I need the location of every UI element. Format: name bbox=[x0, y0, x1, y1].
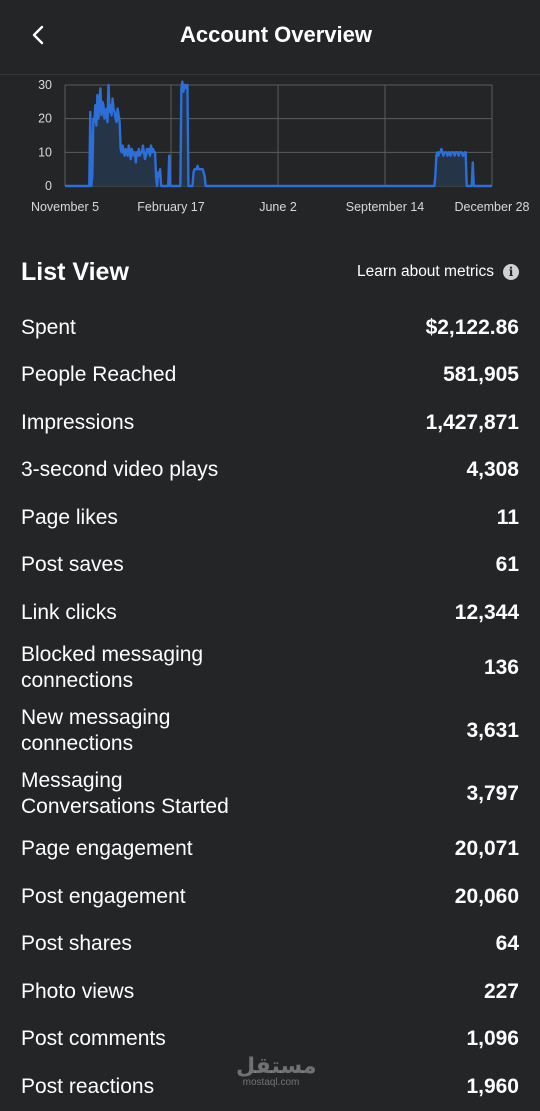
metric-row: Post engagement 20,060 bbox=[21, 873, 519, 921]
info-icon[interactable]: i bbox=[503, 264, 519, 280]
x-tick-label: November 5 bbox=[31, 200, 99, 214]
x-tick-label: February 17 bbox=[137, 200, 204, 214]
metric-value: 1,427,871 bbox=[425, 410, 519, 434]
metric-label: Impressions bbox=[21, 410, 135, 434]
y-tick-label: 0 bbox=[45, 179, 52, 193]
metric-value: 1,960 bbox=[466, 1074, 519, 1098]
metric-value: 581,905 bbox=[443, 363, 519, 387]
metric-value: 136 bbox=[483, 656, 519, 679]
metric-label: Page engagement bbox=[21, 837, 193, 861]
watermark-arabic: مستقل bbox=[236, 1053, 317, 1078]
metric-value: 1,096 bbox=[466, 1027, 519, 1051]
overview-chart: 0 10 20 30 November 5 February 17 June 2 Septem… bbox=[0, 74, 540, 224]
metric-value: 3,797 bbox=[466, 782, 519, 805]
metric-row: Page likes 11 bbox=[21, 494, 519, 542]
learn-about-metrics-link[interactable]: Learn about metrics i bbox=[357, 263, 519, 281]
y-tick-label: 10 bbox=[38, 145, 52, 159]
metric-row: Post saves 61 bbox=[21, 542, 519, 590]
metric-label: Link clicks bbox=[21, 600, 117, 624]
learn-about-metrics-label: Learn about metrics bbox=[357, 263, 494, 280]
metric-value: 20,060 bbox=[454, 884, 519, 908]
metric-row: New messaging connections 3,631 bbox=[21, 700, 519, 763]
metric-value: $2,122.86 bbox=[425, 315, 519, 339]
metric-row: Photo views 227 bbox=[21, 968, 519, 1016]
metric-value: 61 bbox=[495, 553, 519, 577]
list-title: List View bbox=[21, 258, 129, 286]
metric-label: Post shares bbox=[21, 932, 132, 956]
metric-row: 3-second video plays 4,308 bbox=[21, 447, 519, 495]
metric-label: Page likes bbox=[21, 505, 118, 529]
metric-value: 227 bbox=[483, 979, 519, 1003]
metric-value: 20,071 bbox=[454, 837, 519, 861]
page-title: Account Overview bbox=[180, 22, 372, 47]
metric-label: People Reached bbox=[21, 363, 177, 387]
metric-row: Page engagement 20,071 bbox=[21, 826, 519, 874]
metric-row: Messaging Conversations Started 3,797 bbox=[21, 763, 519, 826]
metric-value: 4,308 bbox=[466, 458, 519, 482]
watermark-latin: mostaql.com bbox=[242, 1077, 300, 1088]
metric-row: Spent $2,122.86 bbox=[21, 304, 519, 352]
metric-row: People Reached 581,905 bbox=[21, 352, 519, 400]
watermark-logo: مستقل mostaql.com bbox=[236, 1053, 317, 1089]
list-header: List View Learn about metrics i bbox=[21, 254, 519, 290]
metric-row: Link clicks 12,344 bbox=[21, 589, 519, 637]
metric-label: 3-second video plays bbox=[21, 458, 219, 482]
metric-row: Post shares 64 bbox=[21, 921, 519, 969]
metric-value: 12,344 bbox=[454, 600, 519, 624]
metric-label: Post reactions bbox=[21, 1074, 155, 1098]
metric-value: 11 bbox=[496, 505, 519, 529]
x-tick-label: December 28 bbox=[454, 200, 529, 214]
metric-label: Post saves bbox=[21, 553, 124, 577]
y-tick-label: 20 bbox=[38, 112, 52, 126]
metric-value: 64 bbox=[495, 932, 519, 956]
x-tick-label: June 2 bbox=[259, 200, 297, 214]
metric-label: Messaging Conversations Started bbox=[21, 769, 229, 818]
line-chart: 0 10 20 30 November 5 February 17 June 2 Septem… bbox=[31, 78, 530, 214]
metric-value: 3,631 bbox=[466, 719, 519, 742]
metric-label: New messaging connections bbox=[21, 706, 171, 755]
y-tick-label: 30 bbox=[38, 78, 52, 92]
metric-row: Blocked messaging connections 136 bbox=[21, 637, 519, 700]
metric-label: Spent bbox=[21, 315, 76, 339]
metric-label: Blocked messaging connections bbox=[21, 643, 204, 692]
metric-label: Photo views bbox=[21, 979, 135, 1003]
metric-label: Post comments bbox=[21, 1027, 166, 1051]
app-header: Account Overview bbox=[0, 0, 540, 75]
x-tick-label: September 14 bbox=[346, 200, 425, 214]
metrics-list: Spent $2,122.86 People Reached 581,905 Impre… bbox=[21, 304, 519, 1111]
metric-label: Post engagement bbox=[21, 884, 186, 908]
metric-row: Impressions 1,427,871 bbox=[21, 399, 519, 447]
